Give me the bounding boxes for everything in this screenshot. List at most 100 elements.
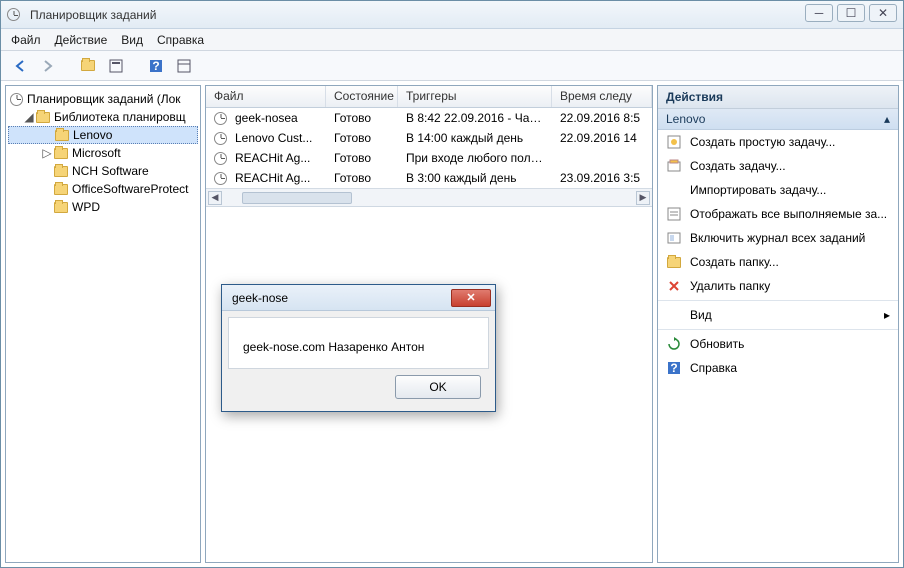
blank-icon — [666, 307, 682, 323]
header-file[interactable]: Файл — [206, 86, 326, 107]
action-label: Создать простую задачу... — [690, 135, 835, 149]
tree-item-office[interactable]: OfficeSoftwareProtect — [8, 180, 198, 198]
folder-icon — [36, 112, 50, 123]
task-icon — [214, 152, 227, 165]
up-button[interactable] — [77, 55, 99, 77]
tree-item-microsoft[interactable]: ▷ Microsoft — [8, 144, 198, 162]
task-row[interactable]: Lenovo Cust... Готово В 14:00 каждый ден… — [206, 128, 652, 148]
tree-item-lenovo[interactable]: Lenovo — [8, 126, 198, 144]
list-header: Файл Состояние Триггеры Время следу — [206, 86, 652, 108]
header-next-run[interactable]: Время следу — [552, 86, 652, 107]
header-triggers[interactable]: Триггеры — [398, 86, 552, 107]
task-row[interactable]: geek-nosea Готово В 8:42 22.09.2016 - Ча… — [206, 108, 652, 128]
menu-help[interactable]: Справка — [157, 33, 204, 47]
toolbar: ? — [1, 51, 903, 81]
horizontal-scrollbar[interactable]: ◀ ▶ — [206, 188, 652, 206]
separator — [658, 300, 898, 301]
delete-icon — [666, 278, 682, 294]
actions-context-label: Lenovo — [666, 112, 705, 126]
action-enable-history[interactable]: Включить журнал всех заданий — [658, 226, 898, 250]
wizard-icon — [666, 134, 682, 150]
tree-item-label: OfficeSoftwareProtect — [72, 182, 189, 196]
action-label: Включить журнал всех заданий — [690, 231, 865, 245]
action-create-folder[interactable]: Создать папку... — [658, 250, 898, 274]
ok-button[interactable]: OK — [395, 375, 481, 399]
app-icon — [7, 8, 20, 21]
view-button[interactable] — [173, 55, 195, 77]
forward-button[interactable] — [37, 55, 59, 77]
maximize-button[interactable]: ☐ — [837, 4, 865, 22]
back-button[interactable] — [9, 55, 31, 77]
folder-icon — [666, 254, 682, 270]
action-label: Создать задачу... — [690, 159, 786, 173]
clock-icon — [10, 93, 23, 106]
scroll-left-icon[interactable]: ◀ — [208, 191, 222, 205]
svg-text:?: ? — [670, 361, 677, 375]
action-create-task[interactable]: Создать задачу... — [658, 154, 898, 178]
task-trigger: В 3:00 каждый день — [398, 171, 552, 185]
tree-root[interactable]: Планировщик заданий (Лок — [8, 90, 198, 108]
folder-icon — [54, 202, 68, 213]
task-next: 23.09.2016 3:5 — [552, 171, 652, 185]
tree-library[interactable]: ◢ Библиотека планировщ — [8, 108, 198, 126]
menu-file[interactable]: Файл — [11, 33, 41, 47]
collapse-icon[interactable]: ◢ — [24, 110, 34, 124]
action-delete-folder[interactable]: Удалить папку — [658, 274, 898, 298]
help-icon: ? — [666, 360, 682, 376]
task-name: Lenovo Cust... — [235, 131, 312, 145]
tree-item-wpd[interactable]: WPD — [8, 198, 198, 216]
menu-action[interactable]: Действие — [55, 33, 108, 47]
history-icon — [666, 230, 682, 246]
dialog-close-button[interactable]: ✕ — [451, 289, 491, 307]
minimize-button[interactable]: ─ — [805, 4, 833, 22]
collapse-icon[interactable]: ▴ — [884, 112, 890, 126]
scroll-thumb[interactable] — [242, 192, 352, 204]
folder-icon — [55, 130, 69, 141]
action-label: Справка — [690, 361, 737, 375]
task-icon — [214, 132, 227, 145]
window-title: Планировщик заданий — [30, 8, 156, 22]
actions-title: Действия — [658, 86, 898, 109]
task-state: Готово — [326, 131, 398, 145]
action-view[interactable]: Вид ▸ — [658, 303, 898, 327]
expand-icon[interactable]: ▷ — [42, 146, 52, 160]
action-refresh[interactable]: Обновить — [658, 332, 898, 356]
tree-panel: Планировщик заданий (Лок ◢ Библиотека пл… — [5, 85, 201, 563]
task-trigger: В 8:42 22.09.2016 - Частота повт.. — [398, 111, 552, 125]
refresh-icon — [666, 336, 682, 352]
action-show-running[interactable]: Отображать все выполняемые за... — [658, 202, 898, 226]
action-label: Обновить — [690, 337, 744, 351]
scroll-right-icon[interactable]: ▶ — [636, 191, 650, 205]
action-label: Вид — [690, 308, 876, 322]
task-state: Готово — [326, 151, 398, 165]
tree-item-label: NCH Software — [72, 164, 149, 178]
action-label: Удалить папку — [690, 279, 770, 293]
action-help[interactable]: ? Справка — [658, 356, 898, 380]
action-import-task[interactable]: Импортировать задачу... — [658, 178, 898, 202]
list-icon — [666, 206, 682, 222]
dialog-title: geek-nose — [232, 291, 288, 305]
header-state[interactable]: Состояние — [326, 86, 398, 107]
task-name: REACHit Ag... — [235, 151, 310, 165]
submenu-arrow-icon: ▸ — [884, 308, 890, 322]
menu-view[interactable]: Вид — [121, 33, 143, 47]
dialog-titlebar[interactable]: geek-nose ✕ — [222, 285, 495, 311]
task-icon — [214, 172, 227, 185]
action-create-simple-task[interactable]: Создать простую задачу... — [658, 130, 898, 154]
tree-item-label: WPD — [72, 200, 100, 214]
message-dialog: geek-nose ✕ geek-nose.com Назаренко Анто… — [221, 284, 496, 412]
task-trigger: При входе любого пользователя — [398, 151, 552, 165]
folder-icon — [54, 184, 68, 195]
task-trigger: В 14:00 каждый день — [398, 131, 552, 145]
action-label: Создать папку... — [690, 255, 779, 269]
tree-item-nch[interactable]: NCH Software — [8, 162, 198, 180]
close-button[interactable]: ✕ — [869, 4, 897, 22]
help-button[interactable]: ? — [145, 55, 167, 77]
task-state: Готово — [326, 111, 398, 125]
task-row[interactable]: REACHit Ag... Готово При входе любого по… — [206, 148, 652, 168]
properties-button[interactable] — [105, 55, 127, 77]
task-row[interactable]: REACHit Ag... Готово В 3:00 каждый день … — [206, 168, 652, 188]
actions-context[interactable]: Lenovo ▴ — [658, 109, 898, 130]
task-next: 22.09.2016 8:5 — [552, 111, 652, 125]
tree-item-label: Lenovo — [73, 128, 112, 142]
